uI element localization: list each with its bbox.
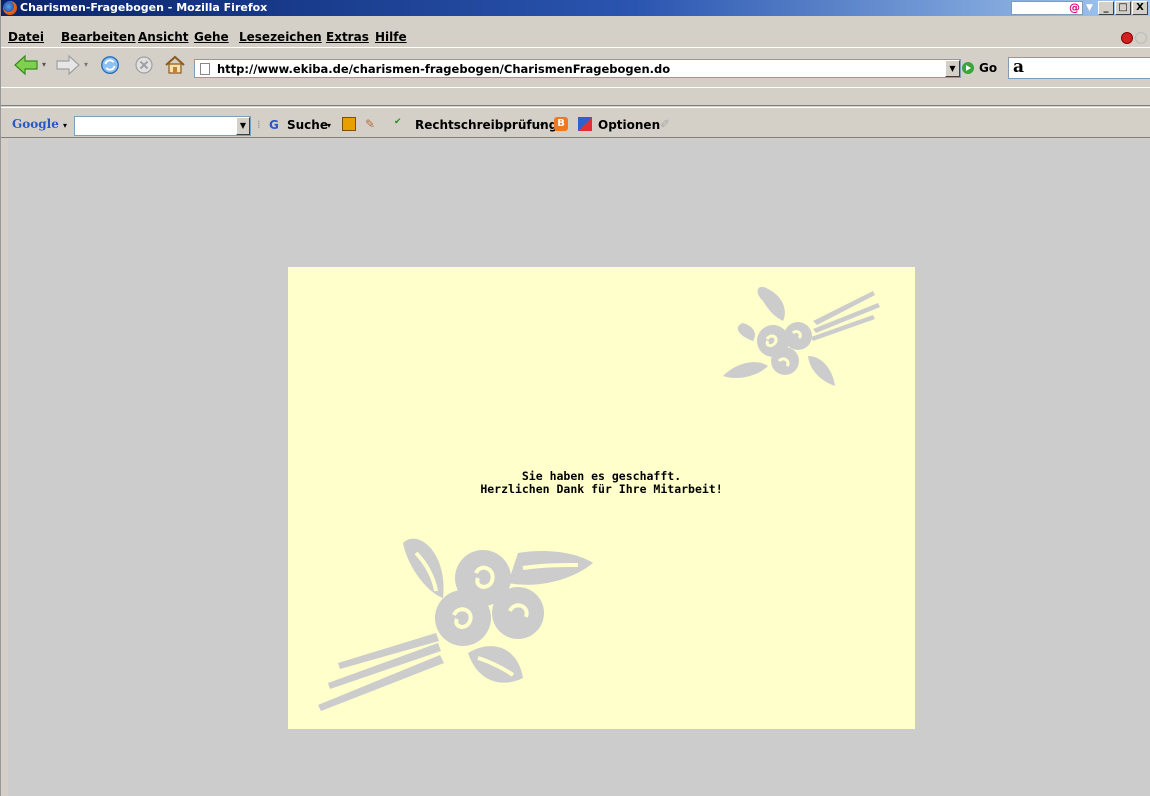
window-title: Charismen-Fragebogen - Mozilla Firefox [20,1,268,14]
flower-ornament-top-icon [723,286,880,386]
close-button[interactable]: X [1132,1,1148,15]
back-arrow-icon[interactable] [13,54,39,76]
forward-dropdown-icon[interactable]: ▾ [84,60,88,69]
url-bar[interactable]: http://www.ekiba.de/charismen-fragebogen… [194,59,961,78]
page-viewport: Sie haben es geschafft. Herzlichen Dank … [8,139,1150,796]
go-label: Go [979,61,998,75]
maximize-button[interactable]: □ [1115,1,1131,15]
go-button[interactable]: Go [962,61,997,75]
menu-datei[interactable]: Datei [8,30,44,44]
menu-bearbeiten[interactable]: Bearbeiten [61,30,136,44]
page-icon [200,63,210,75]
reload-icon[interactable] [98,54,122,76]
google-g-icon: G [269,118,279,132]
highlight-icon[interactable]: ✎ [365,117,379,131]
navigation-toolbar: ▾ ▾ http://www.ekiba.de/charismen-frageb… [1,47,1150,87]
throbber-icon [1135,32,1147,44]
swirl-icon: @ [1069,1,1080,14]
back-dropdown-icon[interactable]: ▾ [42,60,46,69]
options-icon [578,117,592,131]
flower-ornament-bottom-icon [318,538,593,711]
title-bar: Charismen-Fragebogen - Mozilla Firefox @… [1,0,1150,16]
completion-message: Sie haben es geschafft. Herzlichen Dank … [288,470,915,496]
menu-ansicht[interactable]: Ansicht [138,30,188,44]
thank-you-panel: Sie haben es geschafft. Herzlichen Dank … [288,267,915,729]
stop-indicator-icon [1121,32,1133,44]
completion-line-2: Herzlichen Dank für Ihre Mitarbeit! [480,482,723,496]
google-search-input[interactable]: ▼ [74,116,251,136]
browser-window: Charismen-Fragebogen - Mozilla Firefox @… [0,0,1150,796]
google-menu-dropdown-icon[interactable]: ▾ [63,121,67,130]
popup-blocker-icon[interactable] [342,117,356,131]
toolbar-grip-icon[interactable]: ⁞ [257,118,261,131]
home-icon[interactable] [163,54,187,76]
menu-hilfe[interactable]: Hilfe [375,30,407,44]
spellcheck-button[interactable]: Rechtschreibprüfung [415,118,557,132]
suche-button[interactable]: Suche [287,118,328,132]
spellcheck-dropdown-icon[interactable]: ▾ [540,121,544,130]
google-logo[interactable]: Google [12,117,59,131]
menu-bar: Datei Bearbeiten Ansicht Gehe Lesezeiche… [1,17,1150,45]
suche-dropdown-icon[interactable]: ▾ [327,121,331,130]
firefox-logo-icon [3,1,17,15]
menu-gehe[interactable]: Gehe [194,30,229,44]
amazon-logo-icon: a [1013,57,1025,77]
google-search-dropdown[interactable]: ▼ [236,117,250,135]
dropdown-arrow-icon[interactable]: ▼ [1086,0,1096,16]
minimize-button[interactable]: _ [1098,1,1114,15]
url-text[interactable]: http://www.ekiba.de/charismen-fragebogen… [217,62,670,76]
pen-icon[interactable]: ✐ [660,117,670,131]
empty-toolbar [1,87,1150,106]
blogger-icon[interactable]: B [554,117,568,131]
go-icon [962,62,974,74]
title-search-field[interactable]: @ [1011,1,1083,15]
menu-extras[interactable]: Extras [326,30,369,44]
google-toolbar: Google ▾ ▼ ⁞ G Suche ▾ ✎ ✔ Rechtschreibp… [1,107,1150,138]
stop-icon[interactable] [133,54,155,76]
url-history-dropdown[interactable]: ▼ [945,60,960,77]
forward-arrow-icon[interactable] [55,54,81,76]
menu-lesezeichen[interactable]: Lesezeichen [239,30,322,44]
amazon-search-field[interactable]: a [1008,57,1150,79]
spellcheck-icon: ✔ [394,117,402,127]
options-button[interactable]: Optionen [598,118,660,132]
